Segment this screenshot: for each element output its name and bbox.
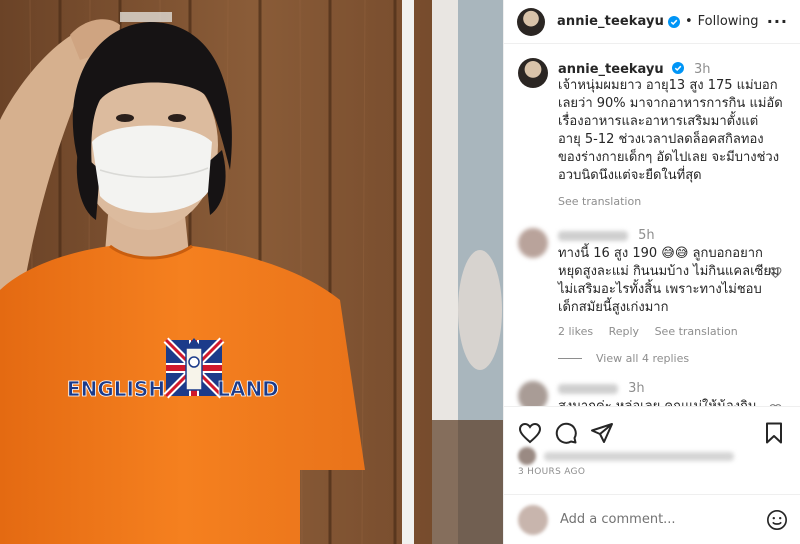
author-avatar[interactable]	[517, 7, 545, 36]
post-side-panel: annie_teekayu • Following ··· annie_teek…	[503, 0, 800, 544]
emoji-icon[interactable]	[766, 509, 788, 531]
caption-text: เจ้าหนุ่มผมยาว อายุ13 สูง 175 แม่บอกเลยว…	[558, 78, 783, 183]
caption-time: 3h	[693, 62, 711, 77]
add-comment-input[interactable]	[560, 512, 766, 527]
post-header: annie_teekayu • Following ···	[504, 0, 800, 44]
comment-text: ทางนี้ 16 สูง 190 😅😅 ลูกบอกอยากหยุดสูงละ…	[558, 246, 780, 315]
share-icon[interactable]	[590, 421, 614, 445]
follow-status-button[interactable]: Following	[698, 14, 759, 29]
caption-author-name[interactable]: annie_teekayu	[558, 62, 664, 77]
heart-icon[interactable]	[518, 421, 542, 445]
separator-dot: •	[684, 14, 693, 29]
commenter-avatar[interactable]	[518, 228, 548, 258]
liker-avatar	[518, 447, 536, 465]
comment-icon[interactable]	[554, 421, 578, 445]
bookmark-icon[interactable]	[762, 421, 786, 445]
shirt-text-land: LAND	[217, 377, 279, 401]
comment-time: 3h	[628, 381, 645, 396]
caption: annie_teekayu 3h เจ้าหนุ่มผมยาว อายุ13 ส…	[518, 58, 784, 208]
shirt-text-english: ENGLISH	[67, 377, 165, 401]
commenter-name-blurred	[558, 230, 628, 241]
post-photo[interactable]: ENGLISH LAND	[0, 0, 503, 544]
comment-see-translation-link[interactable]: See translation	[655, 325, 738, 338]
caption-verified-icon	[671, 62, 684, 74]
post-date[interactable]: 3 HOURS AGO	[518, 467, 585, 477]
current-user-avatar	[518, 504, 548, 535]
add-comment-bar	[504, 494, 800, 544]
comments-list[interactable]: annie_teekayu 3h เจ้าหนุ่มผมยาว อายุ13 ส…	[504, 44, 800, 406]
author-username[interactable]: annie_teekayu	[557, 14, 664, 29]
comment-reply-button[interactable]: Reply	[609, 325, 639, 338]
post-image: ENGLISH LAND	[0, 0, 503, 544]
comment-like-heart-icon[interactable]	[769, 266, 782, 279]
replies-divider	[558, 358, 582, 359]
view-replies-text: View all 4 replies	[596, 352, 690, 365]
commenter-name-blurred	[558, 383, 618, 394]
more-options-icon[interactable]: ···	[767, 12, 788, 31]
comment-item: 5h ทางนี้ 16 สูง 190 😅😅 ลูกบอกอยากหยุดสู…	[518, 228, 784, 338]
comment-time: 5h	[638, 228, 655, 243]
liked-by-text-blurred	[544, 451, 734, 461]
caption-author-avatar[interactable]	[518, 58, 548, 88]
comment-text: สูงมากค่ะ หล่อเลย คุณแม่ให้น้องกินอะไร	[558, 398, 784, 406]
comment-item: 3h สูงมากค่ะ หล่อเลย คุณแม่ให้น้องกินอะไ…	[518, 381, 784, 406]
view-replies-link[interactable]: View all 4 replies	[558, 352, 784, 365]
comment-likes[interactable]: 2 likes	[558, 325, 593, 338]
commenter-avatar[interactable]	[518, 381, 548, 406]
verified-badge-icon	[667, 15, 680, 28]
liked-by-row[interactable]	[518, 447, 734, 465]
caption-see-translation-link[interactable]: See translation	[558, 195, 641, 208]
